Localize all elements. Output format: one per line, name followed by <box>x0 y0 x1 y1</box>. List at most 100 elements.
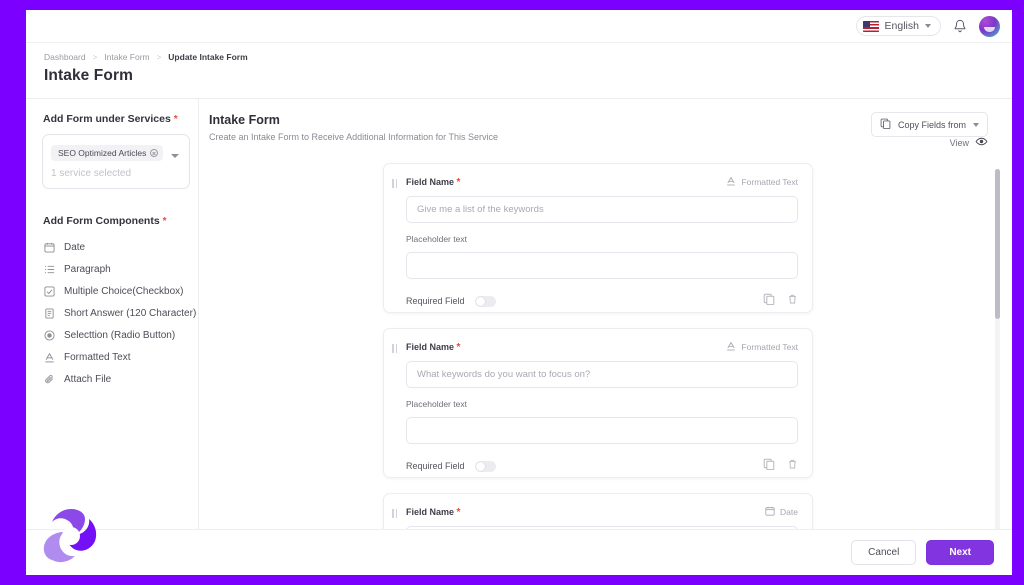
duplicate-icon[interactable] <box>763 292 775 310</box>
top-bar: English <box>26 10 1012 43</box>
service-chip[interactable]: SEO Optimized Articles <box>51 145 163 161</box>
sidebar-item-label: Selecttion (Radio Button) <box>64 330 175 341</box>
chevron-down-icon <box>925 24 931 28</box>
service-chip-label: SEO Optimized Articles <box>58 148 146 158</box>
services-section-title: Add Form under Services * <box>34 113 198 125</box>
form-builder-panel: Intake Form Create an Intake Form to Rec… <box>199 99 1012 551</box>
main-body: Add Form under Services * SEO Optimized … <box>26 99 1012 551</box>
required-marker: * <box>163 216 167 227</box>
form-scrollbar[interactable] <box>995 169 1000 543</box>
page-title: Intake Form <box>26 62 1012 85</box>
required-field-toggle[interactable] <box>475 296 496 307</box>
required-marker: * <box>457 177 461 188</box>
formatted-text-icon <box>726 176 736 188</box>
field-name-label: Field Name * <box>406 342 460 353</box>
sidebar-item-paragraph[interactable]: Paragraph <box>34 258 198 280</box>
checkbox-icon <box>43 285 55 297</box>
services-section-label: Add Form under Services <box>43 113 171 125</box>
sidebar-item-date[interactable]: Date <box>34 236 198 258</box>
sidebar-item-label: Date <box>64 242 85 253</box>
calendar-icon <box>43 241 55 253</box>
placeholder-text-input[interactable] <box>406 252 798 279</box>
required-field-label: Required Field <box>406 461 465 471</box>
sidebar-item-label: Short Answer (120 Character) <box>64 308 196 319</box>
placeholder-text-label: Placeholder text <box>406 234 798 244</box>
form-scrollbar-thumb[interactable] <box>995 169 1000 319</box>
sidebar-item-label: Attach File <box>64 374 111 385</box>
components-section-title: Add Form Components * <box>34 215 198 227</box>
radio-icon <box>43 329 55 341</box>
duplicate-icon[interactable] <box>763 457 775 475</box>
formatted-text-icon <box>43 351 55 363</box>
next-button[interactable]: Next <box>926 540 994 565</box>
view-label: View <box>950 138 969 148</box>
user-avatar[interactable] <box>979 16 1000 37</box>
placeholder-text-input[interactable] <box>406 417 798 444</box>
sidebar-item-multiple-choice[interactable]: Multiple Choice(Checkbox) <box>34 280 198 302</box>
chevron-down-icon[interactable] <box>171 154 179 158</box>
card-footer: Required Field <box>406 292 798 310</box>
card-header: Field Name * Formatted Text <box>406 341 798 353</box>
copy-icon <box>880 118 891 131</box>
breadcrumb-item-update-intake-form: Update Intake Form <box>168 52 247 62</box>
sidebar-item-label: Multiple Choice(Checkbox) <box>64 286 184 297</box>
form-field-card[interactable]: Field Name * Formatted Text What keyword… <box>383 328 813 478</box>
breadcrumb-item-intake-form[interactable]: Intake Form <box>104 52 149 62</box>
field-type-label: Formatted Text <box>741 177 798 187</box>
form-field-card[interactable]: Field Name * Formatted Text Give me a li… <box>383 163 813 313</box>
field-name-text: Field Name <box>406 507 454 517</box>
field-type-label: Formatted Text <box>741 342 798 352</box>
chevron-down-icon <box>973 123 979 127</box>
components-list: Date Paragraph Multiple Choice(Checkbox) <box>34 236 198 390</box>
card-header: Field Name * Date <box>406 506 798 518</box>
form-fields-scroll-area: Field Name * Formatted Text Give me a li… <box>199 159 1012 551</box>
field-type-tag: Date <box>765 506 798 518</box>
app-window: English Dashboard > Intake Form > Update… <box>26 10 1012 575</box>
app-logo <box>40 505 102 567</box>
sidebar: Add Form under Services * SEO Optimized … <box>26 99 199 551</box>
trash-icon[interactable] <box>787 457 798 475</box>
required-field-toggle[interactable] <box>475 461 496 472</box>
field-name-input[interactable]: Give me a list of the keywords <box>406 196 798 223</box>
required-marker: * <box>457 507 461 518</box>
calendar-icon <box>765 506 775 518</box>
field-name-text: Field Name <box>406 342 454 352</box>
cancel-button[interactable]: Cancel <box>851 540 916 565</box>
eye-icon <box>975 137 988 148</box>
sidebar-item-attach-file[interactable]: Attach File <box>34 368 198 390</box>
services-select[interactable]: SEO Optimized Articles 1 service selecte… <box>42 134 190 189</box>
sidebar-item-formatted-text[interactable]: Formatted Text <box>34 346 198 368</box>
copy-fields-label: Copy Fields from <box>898 120 966 130</box>
field-name-input[interactable]: What keywords do you want to focus on? <box>406 361 798 388</box>
required-marker: * <box>174 114 178 125</box>
trash-icon[interactable] <box>787 292 798 310</box>
close-circle-icon[interactable] <box>150 149 158 157</box>
components-section-label: Add Form Components <box>43 215 160 227</box>
footer-bar: Cancel Next <box>26 529 1012 575</box>
list-icon <box>43 263 55 275</box>
document-icon <box>43 307 55 319</box>
breadcrumb: Dashboard > Intake Form > Update Intake … <box>26 43 1012 62</box>
sidebar-item-label: Formatted Text <box>64 352 131 363</box>
drag-handle-icon[interactable] <box>392 344 397 353</box>
sidebar-item-selection-radio[interactable]: Selecttion (Radio Button) <box>34 324 198 346</box>
field-name-text: Field Name <box>406 177 454 187</box>
drag-handle-icon[interactable] <box>392 509 397 518</box>
drag-handle-icon[interactable] <box>392 179 397 188</box>
required-field-label: Required Field <box>406 296 465 306</box>
sidebar-item-short-answer[interactable]: Short Answer (120 Character) <box>34 302 198 324</box>
language-selector[interactable]: English <box>856 16 941 36</box>
field-type-tag: Formatted Text <box>726 176 798 188</box>
required-marker: * <box>457 342 461 353</box>
bell-icon[interactable] <box>953 19 967 34</box>
view-toggle[interactable]: View <box>950 137 988 148</box>
breadcrumb-separator: > <box>157 53 162 62</box>
services-select-placeholder: 1 service selected <box>51 168 181 179</box>
copy-fields-from-button[interactable]: Copy Fields from <box>871 112 988 137</box>
field-type-label: Date <box>780 507 798 517</box>
placeholder-text-label: Placeholder text <box>406 399 798 409</box>
us-flag-icon <box>863 21 879 32</box>
paperclip-icon <box>43 373 55 385</box>
field-name-label: Field Name * <box>406 177 460 188</box>
breadcrumb-item-dashboard[interactable]: Dashboard <box>44 52 86 62</box>
